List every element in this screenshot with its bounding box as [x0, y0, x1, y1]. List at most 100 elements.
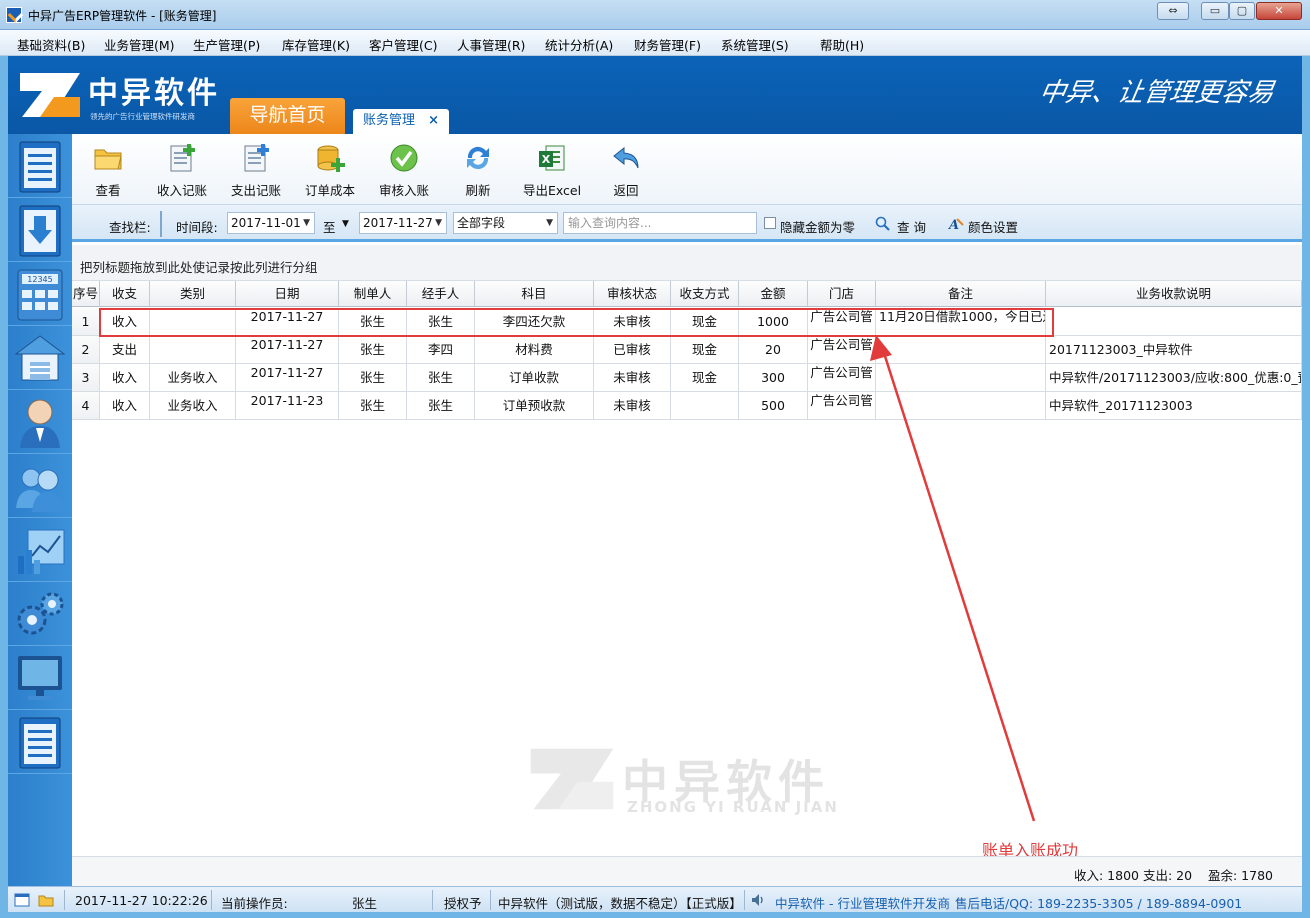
order-cost-button[interactable]: 订单成本 — [295, 142, 365, 199]
cell-handler[interactable]: 李四 — [407, 336, 475, 364]
cell-audit-status[interactable]: 未审核 — [594, 392, 671, 420]
row-number[interactable]: 4 — [72, 392, 100, 420]
window-icon[interactable] — [14, 892, 30, 908]
cell-subject[interactable]: 李四还欠款 — [475, 308, 594, 336]
cell-audit-status[interactable]: 已审核 — [594, 336, 671, 364]
cell-date[interactable]: 2017-11-27 — [236, 308, 339, 336]
view-button[interactable]: 查看 — [73, 142, 143, 199]
sidebar-item-documents[interactable] — [8, 134, 72, 198]
sidebar-item-inbound[interactable] — [8, 198, 72, 262]
date-to-picker[interactable]: 2017-11-27 ▼ — [359, 212, 447, 234]
cell-amount[interactable]: 500 — [739, 392, 808, 420]
cell-business-note[interactable]: 20171123003_中异软件 — [1046, 336, 1302, 364]
cell-type[interactable]: 收入 — [100, 364, 150, 392]
menu-customer[interactable]: 客户管理(C) — [369, 35, 437, 54]
column-header[interactable]: 收支 — [100, 281, 150, 307]
tab-account-management[interactable]: 账务管理 × — [353, 109, 449, 134]
query-input[interactable]: 输入查询内容... — [563, 212, 757, 234]
column-header[interactable]: 审核状态 — [594, 281, 671, 307]
column-header[interactable]: 日期 — [236, 281, 339, 307]
expense-entry-button[interactable]: 支出记账 — [221, 142, 291, 199]
maximize-button[interactable]: ▢ — [1229, 2, 1255, 20]
cell-business-note[interactable]: 中异软件_20171123003 — [1046, 392, 1302, 420]
row-number[interactable]: 2 — [72, 336, 100, 364]
sidebar-item-list[interactable] — [8, 710, 72, 774]
cell-business-note[interactable] — [1046, 308, 1302, 336]
menu-business[interactable]: 业务管理(M) — [104, 35, 175, 54]
cell-audit-status[interactable]: 未审核 — [594, 364, 671, 392]
sidebar-item-calculator[interactable]: 12345 — [8, 262, 72, 326]
menu-finance[interactable]: 财务管理(F) — [634, 35, 701, 54]
restore-window-button[interactable]: ⇔ — [1157, 2, 1189, 20]
column-header[interactable]: 类别 — [150, 281, 236, 307]
cell-payment-method[interactable]: 现金 — [671, 308, 739, 336]
cell-type[interactable]: 收入 — [100, 392, 150, 420]
column-header[interactable]: 备注 — [876, 281, 1046, 307]
column-header[interactable]: 门店 — [808, 281, 876, 307]
export-excel-button[interactable]: X 导出Excel — [517, 142, 587, 199]
cell-type[interactable]: 支出 — [100, 336, 150, 364]
cell-type[interactable]: 收入 — [100, 308, 150, 336]
field-select[interactable]: 全部字段 ▼ — [453, 212, 558, 234]
column-header[interactable]: 业务收款说明 — [1046, 281, 1302, 307]
tab-close-icon[interactable]: × — [428, 109, 439, 133]
sidebar-item-settings[interactable] — [8, 582, 72, 646]
back-button[interactable]: 返回 — [591, 142, 661, 199]
date-from-picker[interactable]: 2017-11-01 ▼ — [227, 212, 315, 234]
column-header[interactable]: 序号 — [72, 281, 100, 307]
row-number[interactable]: 3 — [72, 364, 100, 392]
sidebar-item-warehouse[interactable] — [8, 326, 72, 390]
cell-audit-status[interactable]: 未审核 — [594, 308, 671, 336]
close-window-button[interactable]: ✕ — [1256, 2, 1302, 20]
column-header[interactable]: 收支方式 — [671, 281, 739, 307]
menu-inventory[interactable]: 库存管理(K) — [282, 35, 350, 54]
cell-maker[interactable]: 张生 — [339, 336, 407, 364]
cell-subject[interactable]: 订单收款 — [475, 364, 594, 392]
refresh-button[interactable]: 刷新 — [443, 142, 513, 199]
cell-amount[interactable]: 300 — [739, 364, 808, 392]
menu-basic-data[interactable]: 基础资料(B) — [17, 35, 85, 54]
menu-statistics[interactable]: 统计分析(A) — [545, 35, 613, 54]
cell-amount[interactable]: 1000 — [739, 308, 808, 336]
minimize-button[interactable]: ▭ — [1201, 2, 1229, 20]
cell-date[interactable]: 2017-11-27 — [236, 364, 339, 392]
income-entry-button[interactable]: 收入记账 — [147, 142, 217, 199]
audit-entry-button[interactable]: 审核入账 — [369, 142, 439, 199]
column-header[interactable]: 经手人 — [407, 281, 475, 307]
cell-date[interactable]: 2017-11-27 — [236, 336, 339, 364]
cell-maker[interactable]: 张生 — [339, 392, 407, 420]
cell-payment-method[interactable]: 现金 — [671, 336, 739, 364]
sidebar-item-monitor[interactable] — [8, 646, 72, 710]
cell-maker[interactable]: 张生 — [339, 364, 407, 392]
cell-category[interactable]: 业务收入 — [150, 392, 236, 420]
menu-help[interactable]: 帮助(H) — [820, 35, 864, 54]
cell-date[interactable]: 2017-11-23 — [236, 392, 339, 420]
column-header[interactable]: 金额 — [739, 281, 808, 307]
menu-production[interactable]: 生产管理(P) — [193, 35, 260, 54]
group-by-panel[interactable]: 把列标题拖放到此处使记录按此列进行分组 — [72, 245, 1302, 281]
cell-maker[interactable]: 张生 — [339, 308, 407, 336]
cell-handler[interactable]: 张生 — [407, 392, 475, 420]
column-header[interactable]: 制单人 — [339, 281, 407, 307]
cell-handler[interactable]: 张生 — [407, 364, 475, 392]
row-number[interactable]: 1 — [72, 308, 100, 336]
cell-handler[interactable]: 张生 — [407, 308, 475, 336]
cell-payment-method[interactable]: 现金 — [671, 364, 739, 392]
cell-amount[interactable]: 20 — [739, 336, 808, 364]
column-header[interactable]: 科目 — [475, 281, 594, 307]
sidebar-item-staff[interactable] — [8, 454, 72, 518]
folder-open-icon[interactable] — [38, 892, 54, 908]
menu-hr[interactable]: 人事管理(R) — [457, 35, 525, 54]
chevron-down-icon[interactable]: ▼ — [342, 219, 349, 229]
sidebar-item-statistics[interactable] — [8, 518, 72, 582]
cell-category[interactable] — [150, 336, 236, 364]
cell-business-note[interactable]: 中异软件/20171123003/应收:800_优惠:0_预 — [1046, 364, 1302, 392]
nav-home-tab[interactable]: 导航首页 — [230, 98, 345, 134]
menu-system[interactable]: 系统管理(S) — [721, 35, 789, 54]
cell-category[interactable]: 业务收入 — [150, 364, 236, 392]
sidebar-item-customer[interactable] — [8, 390, 72, 454]
hide-zero-checkbox[interactable] — [764, 217, 776, 229]
cell-subject[interactable]: 订单预收款 — [475, 392, 594, 420]
cell-subject[interactable]: 材料费 — [475, 336, 594, 364]
cell-payment-method[interactable] — [671, 392, 739, 420]
